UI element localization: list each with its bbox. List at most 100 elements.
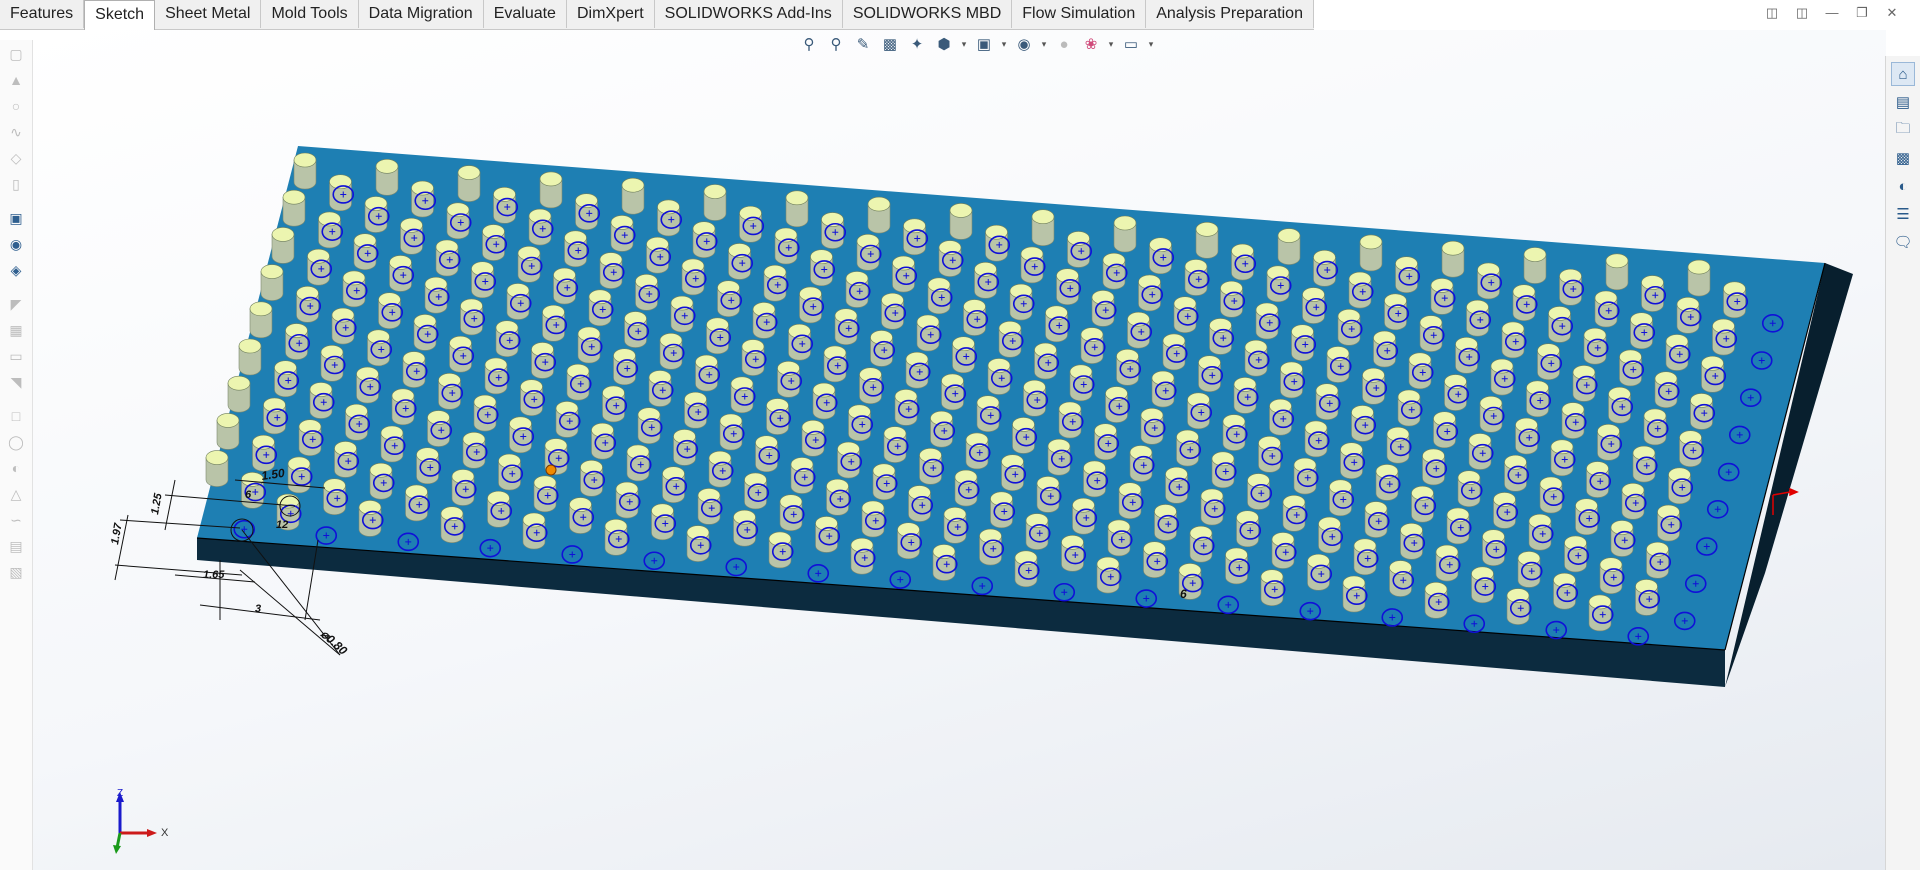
zoom-to-area-icon[interactable]: ⚲ bbox=[825, 33, 847, 55]
pin[interactable] bbox=[539, 171, 563, 209]
dimension-label[interactable]: 3 bbox=[255, 603, 261, 615]
pin[interactable] bbox=[703, 184, 727, 221]
previous-view-icon[interactable]: ✎ bbox=[852, 33, 874, 55]
pin[interactable] bbox=[1605, 253, 1629, 291]
sweep-icon[interactable]: ∿ bbox=[6, 122, 26, 142]
forum-icon[interactable]: 🗨 bbox=[1891, 230, 1915, 254]
minimize-icon[interactable]: — bbox=[1824, 5, 1840, 21]
tab-sheet-metal[interactable]: Sheet Metal bbox=[155, 0, 262, 28]
tab-features[interactable]: Features bbox=[0, 0, 85, 28]
tab-analysis-preparation[interactable]: Analysis Preparation bbox=[1146, 0, 1314, 28]
pin[interactable] bbox=[1687, 259, 1711, 297]
rib-icon[interactable]: ▭ bbox=[6, 346, 26, 366]
design-library-icon[interactable]: ▤ bbox=[1891, 90, 1915, 114]
hide-show-items-icon[interactable]: ◉ bbox=[1013, 33, 1035, 55]
selected-sketch-point[interactable] bbox=[545, 464, 557, 476]
pin[interactable] bbox=[949, 203, 973, 240]
appearances-scenes-icon[interactable]: ◐ bbox=[1891, 174, 1915, 198]
pin[interactable] bbox=[1031, 209, 1055, 246]
tab-dimxpert[interactable]: DimXpert bbox=[567, 0, 655, 28]
view-palette-icon[interactable]: ▩ bbox=[1891, 146, 1915, 170]
reference-geometry-icon[interactable]: △ bbox=[6, 484, 26, 504]
fillet-icon[interactable]: ◤ bbox=[6, 294, 26, 314]
cut-extrude-icon[interactable]: ▣ bbox=[6, 208, 26, 228]
pin[interactable] bbox=[227, 375, 251, 413]
triad-x-label: X bbox=[161, 827, 169, 839]
tab-mold-tools[interactable]: Mold Tools bbox=[261, 0, 359, 28]
draft-icon[interactable]: ◥ bbox=[6, 372, 26, 392]
section-view-icon[interactable]: ▩ bbox=[879, 33, 901, 55]
solidworks-resources-icon[interactable]: ⌂ bbox=[1891, 62, 1915, 86]
dimension-label[interactable]: 6 bbox=[245, 489, 252, 501]
edit-appearance-icon[interactable]: ● bbox=[1053, 33, 1075, 55]
pin[interactable] bbox=[249, 301, 273, 339]
pin[interactable] bbox=[457, 165, 481, 202]
apply-scene-icon[interactable]: ❀ bbox=[1080, 33, 1102, 55]
boundary-icon[interactable]: ▯ bbox=[6, 174, 26, 194]
sketch-tool-icon[interactable]: ▢ bbox=[6, 44, 26, 64]
view-orientation-icon[interactable]: ⬢ bbox=[933, 33, 955, 55]
pattern-icon[interactable]: ▦ bbox=[6, 320, 26, 340]
dimension-label[interactable]: ⌀0.80 bbox=[318, 627, 350, 658]
dynamic-annotation-icon[interactable]: ✦ bbox=[906, 33, 928, 55]
pin[interactable] bbox=[1441, 240, 1465, 278]
pin[interactable] bbox=[216, 413, 240, 450]
instant3d-icon[interactable]: ▤ bbox=[6, 536, 26, 556]
pin[interactable] bbox=[785, 190, 809, 228]
restore-icon[interactable]: ❐ bbox=[1854, 5, 1870, 21]
task-pane: ⌂ ▤ 🗀 ▩ ◐ ☰ 🗨 bbox=[1885, 56, 1920, 870]
chevron-down-icon[interactable]: ▾ bbox=[1147, 33, 1155, 55]
chevron-down-icon[interactable]: ▾ bbox=[1107, 33, 1115, 55]
tab-evaluate[interactable]: Evaluate bbox=[484, 0, 567, 28]
pin[interactable] bbox=[1523, 247, 1547, 284]
tab-solidworks-add-ins[interactable]: SOLIDWORKS Add-Ins bbox=[655, 0, 843, 28]
pin[interactable] bbox=[1195, 222, 1219, 259]
extrude-icon[interactable]: ▲ bbox=[6, 70, 26, 90]
pin[interactable] bbox=[260, 264, 284, 301]
command-manager-tabs: Features Sketch Sheet Metal Mold Tools Data … bbox=[0, 0, 1314, 30]
tile-right-icon[interactable]: ◫ bbox=[1794, 5, 1810, 21]
chevron-down-icon[interactable]: ▾ bbox=[1000, 33, 1008, 55]
hole-wizard-icon[interactable]: ◉ bbox=[6, 234, 26, 254]
pin[interactable] bbox=[867, 196, 891, 234]
intersect-icon[interactable]: ◐ bbox=[6, 458, 26, 478]
window-controls: ◫ ◫ — ❐ ✕ bbox=[1764, 5, 1900, 21]
pin[interactable] bbox=[375, 159, 399, 196]
tab-data-migration[interactable]: Data Migration bbox=[359, 0, 484, 28]
wrap-icon[interactable]: ◯ bbox=[6, 432, 26, 452]
pin[interactable] bbox=[271, 227, 295, 264]
tab-flow-simulation[interactable]: Flow Simulation bbox=[1012, 0, 1147, 28]
pin[interactable] bbox=[1113, 215, 1137, 253]
tile-left-icon[interactable]: ◫ bbox=[1764, 5, 1780, 21]
triad-z-label: Z bbox=[117, 788, 123, 799]
file-explorer-icon[interactable]: 🗀 bbox=[1891, 118, 1915, 142]
pin[interactable] bbox=[1359, 234, 1383, 272]
pin[interactable] bbox=[1277, 228, 1301, 265]
view-settings-icon[interactable]: ▭ bbox=[1120, 33, 1142, 55]
pin[interactable] bbox=[293, 152, 317, 190]
dimension-label[interactable]: 12 bbox=[276, 519, 288, 531]
dimension-label[interactable]: 1.65 bbox=[203, 569, 225, 581]
chevron-down-icon[interactable]: ▾ bbox=[1040, 33, 1048, 55]
custom-properties-icon[interactable]: ☰ bbox=[1891, 202, 1915, 226]
tab-solidworks-mbd[interactable]: SOLIDWORKS MBD bbox=[843, 0, 1013, 28]
dimension-label[interactable]: 1.25 bbox=[149, 491, 165, 515]
graphics-area[interactable]: 1.50 6 1.25 12 1.97 1.65 3 ⌀0.80 6 Z X bbox=[33, 30, 1886, 870]
dimension-label[interactable]: 6 bbox=[1180, 587, 1187, 601]
pin[interactable] bbox=[205, 450, 229, 487]
pin[interactable] bbox=[238, 338, 262, 376]
pin[interactable] bbox=[621, 177, 645, 215]
revolve-icon[interactable]: ○ bbox=[6, 96, 26, 116]
curves-icon[interactable]: ∽ bbox=[6, 510, 26, 530]
zoom-to-fit-icon[interactable]: ⚲ bbox=[798, 33, 820, 55]
close-icon[interactable]: ✕ bbox=[1884, 5, 1900, 21]
tab-sketch[interactable]: Sketch bbox=[84, 0, 156, 30]
model-view[interactable]: 1.50 6 1.25 12 1.97 1.65 3 ⌀0.80 6 bbox=[33, 30, 1886, 870]
mirror-icon[interactable]: ▧ bbox=[6, 562, 26, 582]
cut-revolve-icon[interactable]: ◈ bbox=[6, 260, 26, 280]
shell-icon[interactable]: □ bbox=[6, 406, 26, 426]
display-style-icon[interactable]: ▣ bbox=[973, 33, 995, 55]
chevron-down-icon[interactable]: ▾ bbox=[960, 33, 968, 55]
loft-icon[interactable]: ◇ bbox=[6, 148, 26, 168]
pin[interactable] bbox=[282, 189, 306, 227]
